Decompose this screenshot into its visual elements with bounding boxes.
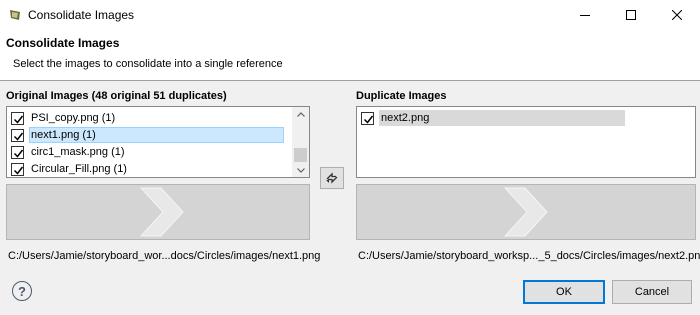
minimize-button[interactable]	[562, 0, 608, 30]
item-label: next2.png	[381, 112, 430, 124]
chevron-down-icon	[296, 167, 305, 173]
checkmark-icon	[13, 149, 24, 158]
scroll-down-button[interactable]	[292, 163, 309, 177]
arrow-preview-image	[139, 187, 184, 237]
original-images-label: Original Images (48 original 51 duplicat…	[6, 90, 227, 102]
item-label: next1.png (1)	[31, 129, 96, 141]
maximize-button[interactable]	[608, 0, 654, 30]
list-item[interactable]: circ1_mask.png (1)	[11, 144, 125, 160]
scroll-up-button[interactable]	[292, 107, 309, 121]
list-item[interactable]: Circular_Fill.png (1)	[11, 161, 127, 177]
original-images-list[interactable]: PSI_copy.png (1) next1.png (1) circ1_mas…	[6, 106, 310, 178]
item-checkbox[interactable]	[11, 145, 24, 159]
item-checkbox[interactable]	[11, 128, 24, 142]
cancel-button[interactable]: Cancel	[612, 280, 692, 304]
dialog-header: Consolidate Images Select the images to …	[0, 30, 700, 80]
original-image-path: C:/Users/Jamie/storyboard_wor...docs/Cir…	[8, 250, 321, 262]
scroll-thumb[interactable]	[294, 148, 307, 162]
checkmark-icon	[13, 115, 24, 124]
checkmark-icon	[13, 166, 24, 175]
window-title: Consolidate Images	[28, 8, 135, 22]
close-icon	[672, 10, 682, 20]
help-button[interactable]: ?	[12, 281, 32, 301]
list-item-selected[interactable]: next1.png (1)	[11, 127, 96, 143]
header-description: Select the images to consolidate into a …	[13, 58, 283, 70]
duplicate-image-path: C:/Users/Jamie/storyboard_worksp..._5_do…	[358, 250, 700, 262]
arrow-preview-image	[503, 187, 548, 237]
item-label: PSI_copy.png (1)	[31, 112, 116, 124]
item-checkbox[interactable]	[11, 162, 24, 176]
header-divider	[0, 80, 700, 81]
original-image-preview	[6, 184, 310, 240]
swap-images-button[interactable]	[320, 167, 344, 189]
list-item[interactable]: PSI_copy.png (1)	[11, 110, 115, 126]
checkmark-icon	[13, 132, 24, 141]
duplicate-images-label: Duplicate Images	[356, 90, 447, 102]
chevron-up-icon	[296, 111, 305, 117]
item-label: circ1_mask.png (1)	[31, 146, 125, 158]
minimize-icon	[580, 15, 590, 16]
header-title: Consolidate Images	[6, 36, 120, 50]
ok-button[interactable]: OK	[523, 280, 605, 304]
item-checkbox[interactable]	[361, 111, 374, 125]
list-item[interactable]: next2.png	[361, 110, 429, 126]
duplicate-images-list[interactable]: next2.png	[356, 106, 696, 178]
checkmark-icon	[363, 115, 374, 124]
app-icon	[8, 8, 22, 22]
duplicate-image-preview	[356, 184, 696, 240]
item-label: Circular_Fill.png (1)	[31, 163, 127, 175]
close-button[interactable]	[654, 0, 700, 30]
help-icon: ?	[18, 283, 26, 299]
list-scrollbar[interactable]	[292, 107, 309, 177]
item-checkbox[interactable]	[11, 111, 24, 125]
swap-icon	[326, 172, 338, 184]
maximize-icon	[626, 10, 636, 20]
